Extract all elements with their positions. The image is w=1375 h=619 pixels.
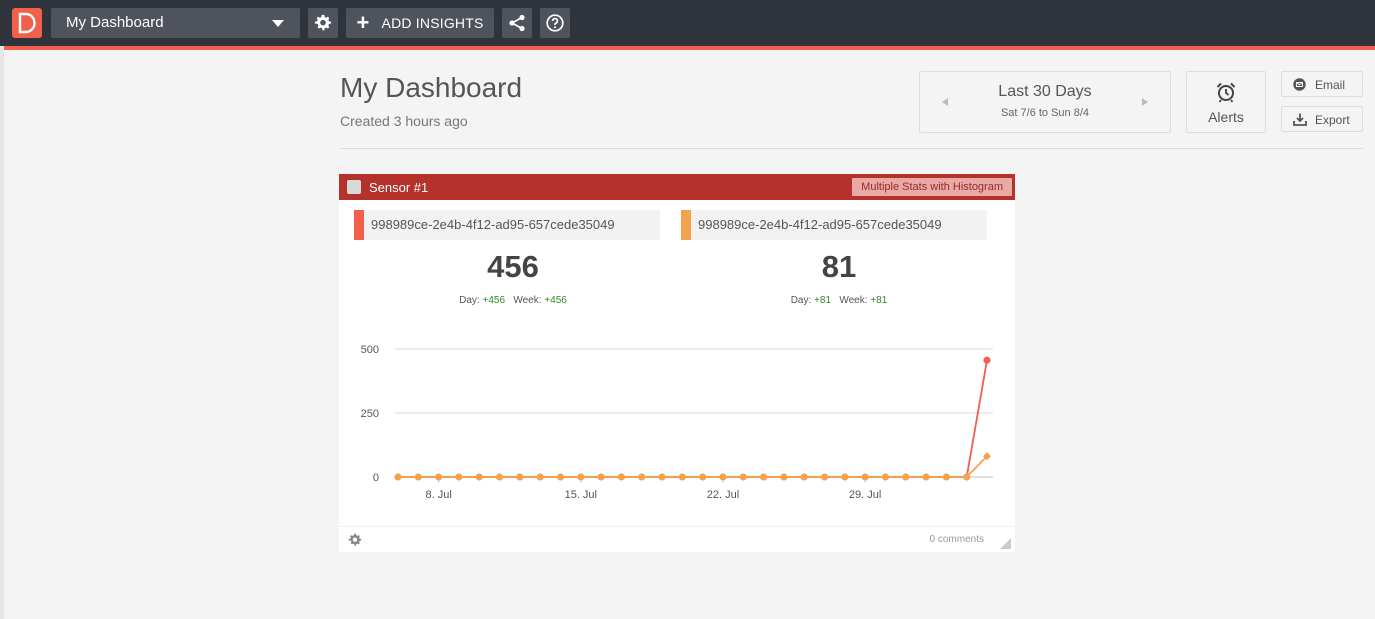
page-subtitle: Created 3 hours ago [340,113,468,129]
series-swatch-1 [354,210,364,240]
top-bar: My Dashboard + ADD INSIGHTS [0,0,1375,46]
data-point [414,473,422,481]
y-tick-label: 250 [361,408,379,420]
week-label: Week: [513,295,542,306]
gear-icon [314,14,332,31]
gear-icon[interactable] [348,533,362,547]
data-point [556,473,565,481]
date-range-label: Last 30 Days [998,83,1092,100]
export-button[interactable]: Export [1281,106,1363,132]
stat-delta-1: Day: +456 Week: +456 [413,295,613,306]
alerts-label: Alerts [1208,109,1244,125]
email-label: Email [1315,78,1346,92]
resize-handle[interactable] [1000,538,1011,549]
app-logo[interactable] [12,8,42,38]
day-delta: +456 [482,295,506,306]
data-point [678,473,686,481]
data-point [963,473,971,481]
y-tick-label: 0 [373,472,379,484]
data-point [780,473,788,481]
stat-id-1: 998989ce-2e4b-4f12-ad95-657cede35049 [371,217,615,232]
export-label: Export [1315,113,1350,127]
x-tick-label: 8. Jul [425,489,451,501]
data-point [902,473,910,481]
data-point [699,473,707,481]
data-point [638,473,646,481]
data-point [881,473,890,481]
share-button[interactable] [502,8,532,38]
stat-delta-2: Day: +81 Week: +81 [739,295,939,306]
comments-link[interactable]: 0 comments [930,534,984,545]
accent-line [4,46,1375,50]
data-point [597,473,605,481]
chevron-down-icon [272,20,284,27]
data-point [495,473,504,481]
card-footer: 0 comments [339,526,1015,552]
series-line-1 [398,360,988,478]
help-button[interactable] [540,8,570,38]
add-insights-button[interactable]: + ADD INSIGHTS [346,8,494,38]
data-point [577,473,585,481]
settings-button[interactable] [308,8,338,38]
card-header[interactable]: Sensor #1 Multiple Stats with Histogram [339,174,1015,200]
stat-value-1: 456 [487,249,539,284]
data-point [617,473,626,481]
plus-icon: + [356,10,370,35]
y-tick-label: 500 [361,344,379,356]
header-divider [340,148,1363,149]
envelope-icon [1293,78,1306,91]
day-label: Day: [459,295,480,306]
email-button[interactable]: Email [1281,71,1363,97]
week-delta: +456 [544,295,567,306]
dashboard-select-label: My Dashboard [66,14,164,31]
data-point [922,473,930,481]
date-range-picker[interactable]: Last 30 Days Sat 7/6 to Sun 8/4 [919,71,1171,133]
x-tick-label: 15. Jul [565,489,597,501]
series-swatch-2 [681,210,691,240]
data-point [820,473,829,481]
data-point [983,356,991,364]
data-point [800,473,808,481]
week-label: Week: [839,295,868,306]
data-point [536,473,544,481]
sensor-icon [347,180,361,194]
histogram-chart[interactable]: 0 250 500 8. Jul 15. Jul 22. Jul 29. Jul [339,334,1015,524]
data-point [861,473,869,481]
series-line-2 [398,455,988,478]
stat-id-2: 998989ce-2e4b-4f12-ad95-657cede35049 [698,217,942,232]
day-delta: +81 [814,295,832,306]
card-title: Sensor #1 [369,180,429,195]
question-circle-icon [546,14,564,32]
next-range-icon[interactable] [1142,98,1148,106]
data-point [435,473,443,481]
x-tick-label: 29. Jul [849,489,881,501]
sensor-card: Sensor #1 Multiple Stats with Histogram … [339,174,1015,552]
date-range-detail: Sat 7/6 to Sun 8/4 [1000,107,1090,119]
data-point [475,473,483,481]
alerts-button[interactable]: Alerts [1186,71,1266,133]
stat-label-2: 998989ce-2e4b-4f12-ad95-657cede35049 [681,210,987,240]
left-border [0,46,4,619]
share-icon [509,14,525,32]
data-point [394,473,402,481]
data-point [759,473,768,481]
data-point [658,473,666,481]
data-point [739,473,747,481]
page-title: My Dashboard [340,72,523,103]
card-type-badge: Multiple Stats with Histogram [852,178,1012,196]
week-delta: +81 [870,295,888,306]
data-point [942,473,950,481]
alarm-clock-icon [1216,82,1236,103]
stat-value-2: 81 [821,249,857,284]
x-tick-label: 22. Jul [707,489,739,501]
download-icon [1293,113,1307,126]
data-point [719,473,727,481]
data-point [516,473,524,481]
stat-label-1: 998989ce-2e4b-4f12-ad95-657cede35049 [354,210,660,240]
data-point [841,473,849,481]
data-point [455,473,463,481]
dashboard-select[interactable]: My Dashboard [51,8,300,38]
day-label: Day: [790,295,812,306]
add-insights-label: ADD INSIGHTS [381,15,484,31]
